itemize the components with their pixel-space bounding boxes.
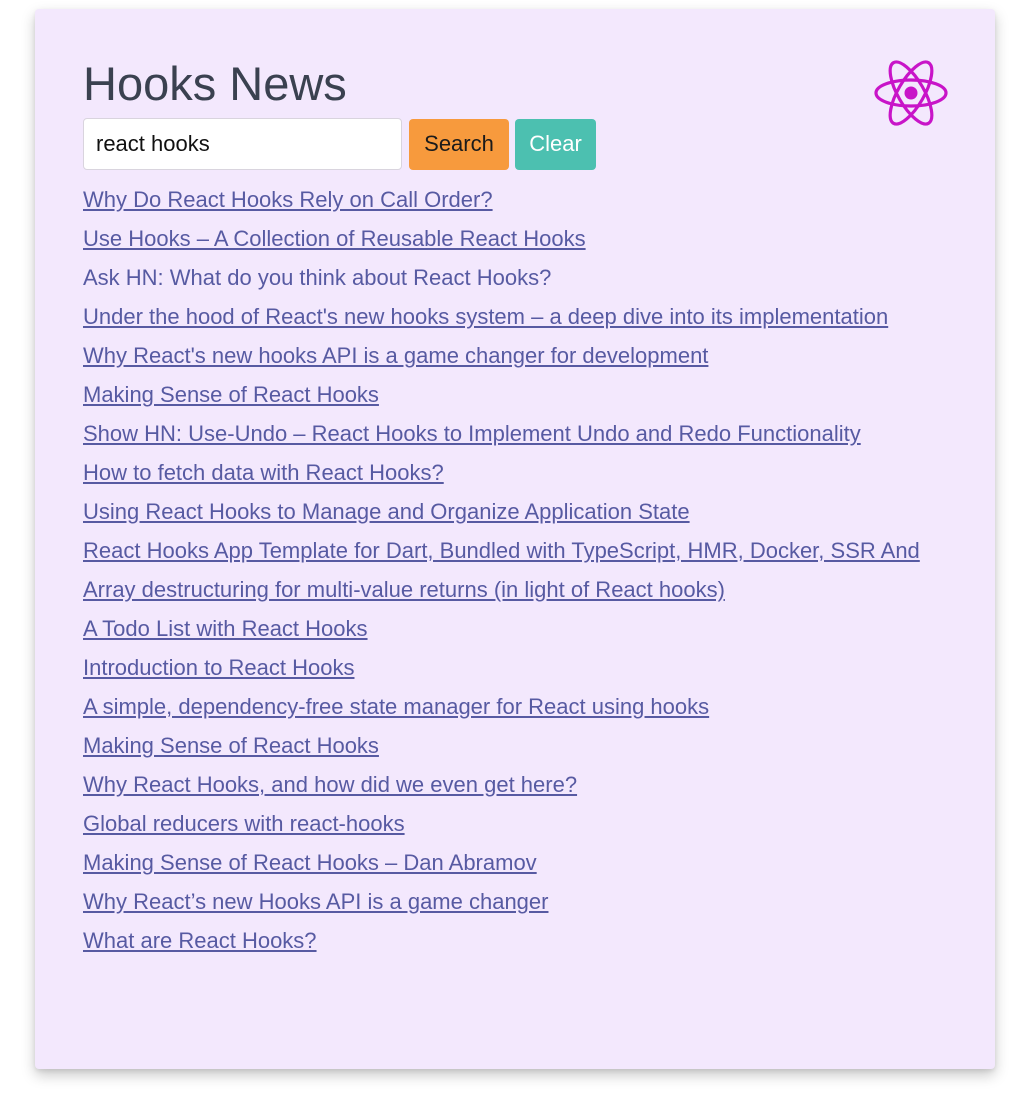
result-link[interactable]: Introduction to React Hooks — [83, 655, 354, 680]
result-link[interactable]: Why React’s new Hooks API is a game chan… — [83, 889, 548, 914]
results-list: Why Do React Hooks Rely on Call Order? Us… — [83, 186, 943, 966]
result-item: Use Hooks – A Collection of Reusable Rea… — [83, 225, 943, 252]
app-card: Hooks News Search Clear Why Do React Hoo… — [35, 9, 995, 1069]
result-item: Why React's new hooks API is a game chan… — [83, 342, 943, 369]
result-link[interactable]: Making Sense of React Hooks — [83, 733, 379, 758]
result-item: Array destructuring for multi-value retu… — [83, 576, 943, 603]
result-item: How to fetch data with React Hooks? — [83, 459, 943, 486]
result-link[interactable]: Using React Hooks to Manage and Organize… — [83, 499, 690, 524]
result-item: A simple, dependency-free state manager … — [83, 693, 943, 720]
result-item: Why React’s new Hooks API is a game chan… — [83, 888, 943, 915]
page-title: Hooks News — [83, 57, 347, 110]
result-item: Making Sense of React Hooks — [83, 381, 943, 408]
search-input[interactable] — [83, 118, 402, 170]
result-item: Why Do React Hooks Rely on Call Order? — [83, 186, 943, 213]
search-form: Search Clear — [83, 118, 596, 170]
result-link[interactable]: Under the hood of React's new hooks syst… — [83, 304, 888, 329]
result-item: A Todo List with React Hooks — [83, 615, 943, 642]
result-link[interactable]: Why Do React Hooks Rely on Call Order? — [83, 187, 493, 212]
result-link[interactable]: How to fetch data with React Hooks? — [83, 460, 444, 485]
result-item: Ask HN: What do you think about React Ho… — [83, 264, 943, 291]
result-item: Introduction to React Hooks — [83, 654, 943, 681]
result-item: Making Sense of React Hooks — [83, 732, 943, 759]
result-link[interactable]: Why React Hooks, and how did we even get… — [83, 772, 577, 797]
result-item: Under the hood of React's new hooks syst… — [83, 303, 943, 330]
result-item: React Hooks App Template for Dart, Bundl… — [83, 537, 943, 564]
result-link[interactable]: Making Sense of React Hooks – Dan Abramo… — [83, 850, 537, 875]
result-item: Global reducers with react-hooks — [83, 810, 943, 837]
result-item: Show HN: Use-Undo – React Hooks to Imple… — [83, 420, 943, 447]
result-link[interactable]: Making Sense of React Hooks — [83, 382, 379, 407]
result-link[interactable]: Use Hooks – A Collection of Reusable Rea… — [83, 226, 586, 251]
result-item: Why React Hooks, and how did we even get… — [83, 771, 943, 798]
clear-button[interactable]: Clear — [515, 118, 596, 170]
search-button[interactable]: Search — [409, 118, 509, 170]
result-item: Making Sense of React Hooks – Dan Abramo… — [83, 849, 943, 876]
result-link[interactable]: React Hooks App Template for Dart, Bundl… — [83, 538, 920, 563]
result-link[interactable]: A Todo List with React Hooks — [83, 616, 368, 641]
result-link[interactable]: Global reducers with react-hooks — [83, 811, 405, 836]
react-atom-icon — [874, 60, 948, 126]
result-link[interactable]: What are React Hooks? — [83, 928, 317, 953]
result-item: What are React Hooks? — [83, 927, 943, 954]
result-link[interactable]: Why React's new hooks API is a game chan… — [83, 343, 708, 368]
result-item: Using React Hooks to Manage and Organize… — [83, 498, 943, 525]
result-link[interactable]: Ask HN: What do you think about React Ho… — [83, 265, 551, 290]
result-link[interactable]: Show HN: Use-Undo – React Hooks to Imple… — [83, 421, 861, 446]
result-link[interactable]: Array destructuring for multi-value retu… — [83, 577, 725, 602]
result-link[interactable]: A simple, dependency-free state manager … — [83, 694, 709, 719]
